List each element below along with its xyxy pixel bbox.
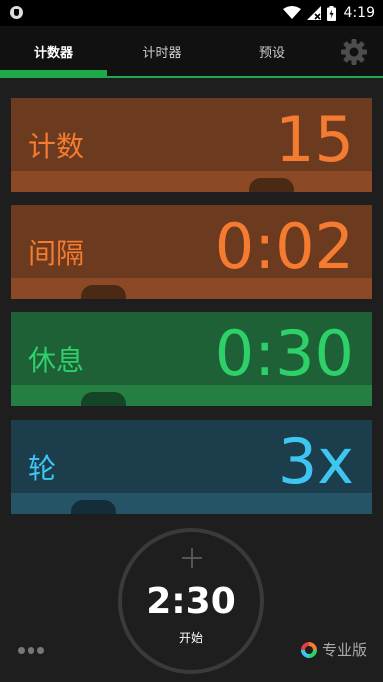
count-value: 15 [275, 103, 354, 176]
interval-value: 0:02 [214, 210, 354, 283]
card-handle[interactable] [71, 500, 116, 514]
plus-icon[interactable] [182, 548, 202, 568]
tab-counter[interactable]: 计数器 [0, 26, 107, 76]
status-bar: 4:19 [0, 0, 383, 26]
interval-label: 间隔 [28, 237, 85, 270]
pro-label: 专业版 [322, 641, 368, 659]
rest-card[interactable]: 休息 0:30 [11, 312, 372, 406]
count-label: 计数 [28, 130, 85, 163]
shield-icon [10, 6, 23, 19]
signal-icon [306, 6, 321, 20]
wifi-icon [282, 6, 301, 19]
more-dot [37, 647, 45, 654]
rounds-value: 3x [277, 425, 354, 498]
more-dot [18, 647, 25, 654]
start-label: 开始 [178, 631, 203, 645]
pro-version-button[interactable]: 专业版 [300, 639, 367, 660]
card-handle[interactable] [249, 178, 294, 192]
start-button[interactable]: 2:30 开始 [118, 528, 264, 674]
more-dot [27, 647, 35, 654]
status-icons: 4:19 [282, 3, 375, 23]
rest-label: 休息 [28, 344, 85, 377]
gear-icon[interactable] [340, 38, 368, 66]
battery-icon [326, 5, 336, 21]
rounds-card[interactable]: 轮 3x [11, 420, 372, 514]
rounds-label: 轮 [28, 452, 57, 485]
card-handle[interactable] [81, 392, 126, 406]
tab-bar: 计数器 计时器 预设 [0, 26, 383, 76]
tab-timer[interactable]: 计时器 [107, 26, 217, 76]
pro-icon [301, 641, 317, 658]
tab-active-indicator [0, 70, 107, 77]
card-handle[interactable] [81, 285, 126, 299]
interval-card[interactable]: 间隔 0:02 [11, 205, 372, 299]
total-time: 2:30 [146, 581, 236, 622]
rest-value: 0:30 [214, 317, 354, 390]
count-card[interactable]: 计数 15 [11, 98, 372, 192]
status-time: 4:19 [343, 5, 375, 21]
tab-presets[interactable]: 预设 [217, 26, 327, 76]
more-icon[interactable] [18, 647, 45, 655]
